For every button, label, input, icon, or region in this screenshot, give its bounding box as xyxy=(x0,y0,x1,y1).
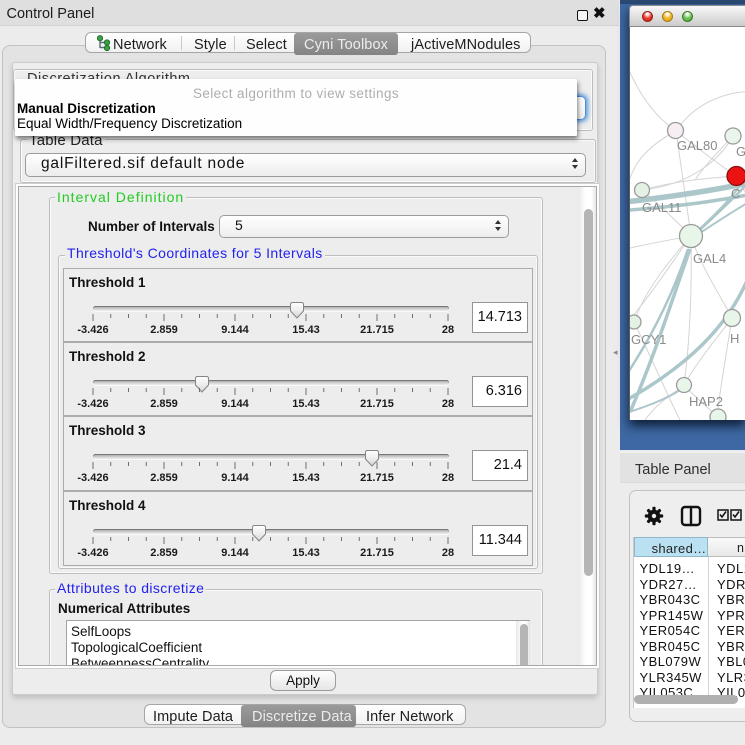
svg-text:GAL80: GAL80 xyxy=(677,138,717,153)
svg-text:G: G xyxy=(736,144,745,159)
svg-text:GAL4: GAL4 xyxy=(693,251,726,266)
svg-text:GCY1: GCY1 xyxy=(631,332,666,347)
svg-text:GAL11: GAL11 xyxy=(642,200,682,215)
svg-text:H: H xyxy=(730,331,739,346)
svg-text:C: C xyxy=(731,186,740,201)
svg-text:HAP2: HAP2 xyxy=(689,394,723,409)
